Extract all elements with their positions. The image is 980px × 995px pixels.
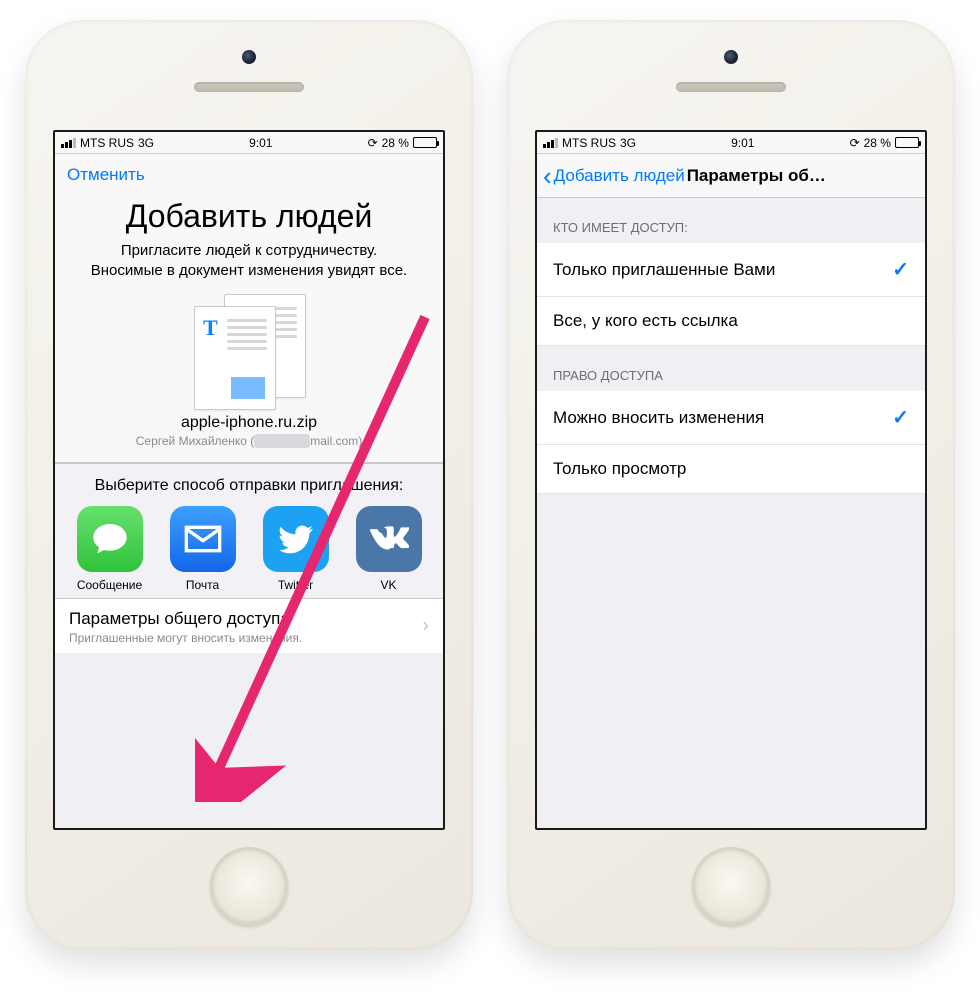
file-name: apple-iphone.ru.zip (55, 414, 443, 432)
share-label: Twitter (254, 578, 338, 592)
home-button[interactable] (692, 847, 770, 925)
nav-bar: ‹ Добавить людей Параметры об… (537, 154, 925, 198)
owner-name: Сергей Михайленко ( (136, 434, 254, 448)
share-mail[interactable]: Почта (161, 506, 245, 592)
settings-body: КТО ИМЕЕТ ДОСТУП: Только приглашенные Ва… (537, 198, 925, 828)
page-subtitle: Пригласите людей к сотрудничеству. Вноси… (55, 241, 443, 294)
carrier-label: MTS RUS (80, 136, 134, 150)
checkmark-icon: ✓ (892, 405, 909, 430)
option-label: Все, у кого есть ссылка (553, 311, 738, 331)
signal-icon (543, 138, 558, 148)
option-label: Можно вносить изменения (553, 408, 764, 428)
status-bar: MTS RUS 3G 9:01 ⟳ 28 % (537, 132, 925, 154)
option-anyone-with-link[interactable]: Все, у кого есть ссылка (537, 297, 925, 346)
file-block: T apple-iphone.ru.zip Сергей Михайленко … (55, 294, 443, 463)
share-section: Выберите способ отправки приглашения: Со… (55, 463, 443, 600)
home-button[interactable] (210, 847, 288, 925)
camera (242, 50, 256, 64)
page-title: Добавить людей (55, 196, 443, 241)
status-bar: MTS RUS 3G 9:01 ⟳ 28 % (55, 132, 443, 154)
battery-icon (413, 137, 437, 148)
checkmark-icon: ✓ (892, 257, 909, 282)
cancel-button[interactable]: Отменить (67, 165, 145, 185)
row-title: Параметры общего доступа (69, 609, 429, 629)
screen-left: MTS RUS 3G 9:01 ⟳ 28 % Отменить Добавить… (53, 130, 445, 830)
share-label: Почта (161, 578, 245, 592)
nav-bar: Отменить (55, 154, 443, 196)
option-view-only[interactable]: Только просмотр (537, 445, 925, 494)
chevron-right-icon: › (422, 615, 429, 638)
owner-domain: mail.com) (310, 434, 362, 448)
share-label: VK (347, 578, 431, 592)
share-header: Выберите способ отправки приглашения: (55, 476, 443, 507)
back-button[interactable]: ‹ Добавить людей (543, 166, 685, 186)
twitter-icon (263, 506, 329, 572)
option-invited-only[interactable]: Только приглашенные Вами ✓ (537, 243, 925, 297)
vk-icon (356, 506, 422, 572)
signal-icon (61, 138, 76, 148)
back-label: Добавить людей (554, 166, 685, 186)
option-label: Только приглашенные Вами (553, 260, 775, 280)
battery-icon (895, 137, 919, 148)
group-header-access: КТО ИМЕЕТ ДОСТУП: (537, 198, 925, 243)
orientation-lock-icon: ⟳ (850, 136, 860, 150)
phone-left: MTS RUS 3G 9:01 ⟳ 28 % Отменить Добавить… (25, 20, 473, 950)
sharing-options-row[interactable]: Параметры общего доступа Приглашенные мо… (55, 599, 443, 653)
group-header-permission: ПРАВО ДОСТУПА (537, 346, 925, 391)
speaker-grille (194, 82, 304, 92)
phone-right: MTS RUS 3G 9:01 ⟳ 28 % ‹ Добавить людей … (507, 20, 955, 950)
option-label: Только просмотр (553, 459, 686, 479)
share-vk[interactable]: VK (347, 506, 431, 592)
orientation-lock-icon: ⟳ (368, 136, 378, 150)
share-messages[interactable]: Сообщение (68, 506, 152, 592)
network-label: 3G (620, 136, 636, 150)
file-icon: T (55, 294, 443, 414)
speaker-grille (676, 82, 786, 92)
clock: 9:01 (249, 136, 272, 150)
network-label: 3G (138, 136, 154, 150)
nav-title: Параметры об… (687, 166, 826, 186)
messages-icon (77, 506, 143, 572)
row-subtitle: Приглашенные могут вносить изменения. (69, 631, 429, 645)
file-owner: Сергей Михайленко (xxmail.com) (55, 434, 443, 448)
share-twitter[interactable]: Twitter (254, 506, 338, 592)
clock: 9:01 (731, 136, 754, 150)
battery-pct: 28 % (382, 136, 409, 150)
screen-right: MTS RUS 3G 9:01 ⟳ 28 % ‹ Добавить людей … (535, 130, 927, 830)
camera (724, 50, 738, 64)
battery-pct: 28 % (864, 136, 891, 150)
option-can-edit[interactable]: Можно вносить изменения ✓ (537, 391, 925, 445)
share-label: Сообщение (68, 578, 152, 592)
mail-icon (170, 506, 236, 572)
owner-email-blurred: xx (254, 434, 310, 448)
carrier-label: MTS RUS (562, 136, 616, 150)
